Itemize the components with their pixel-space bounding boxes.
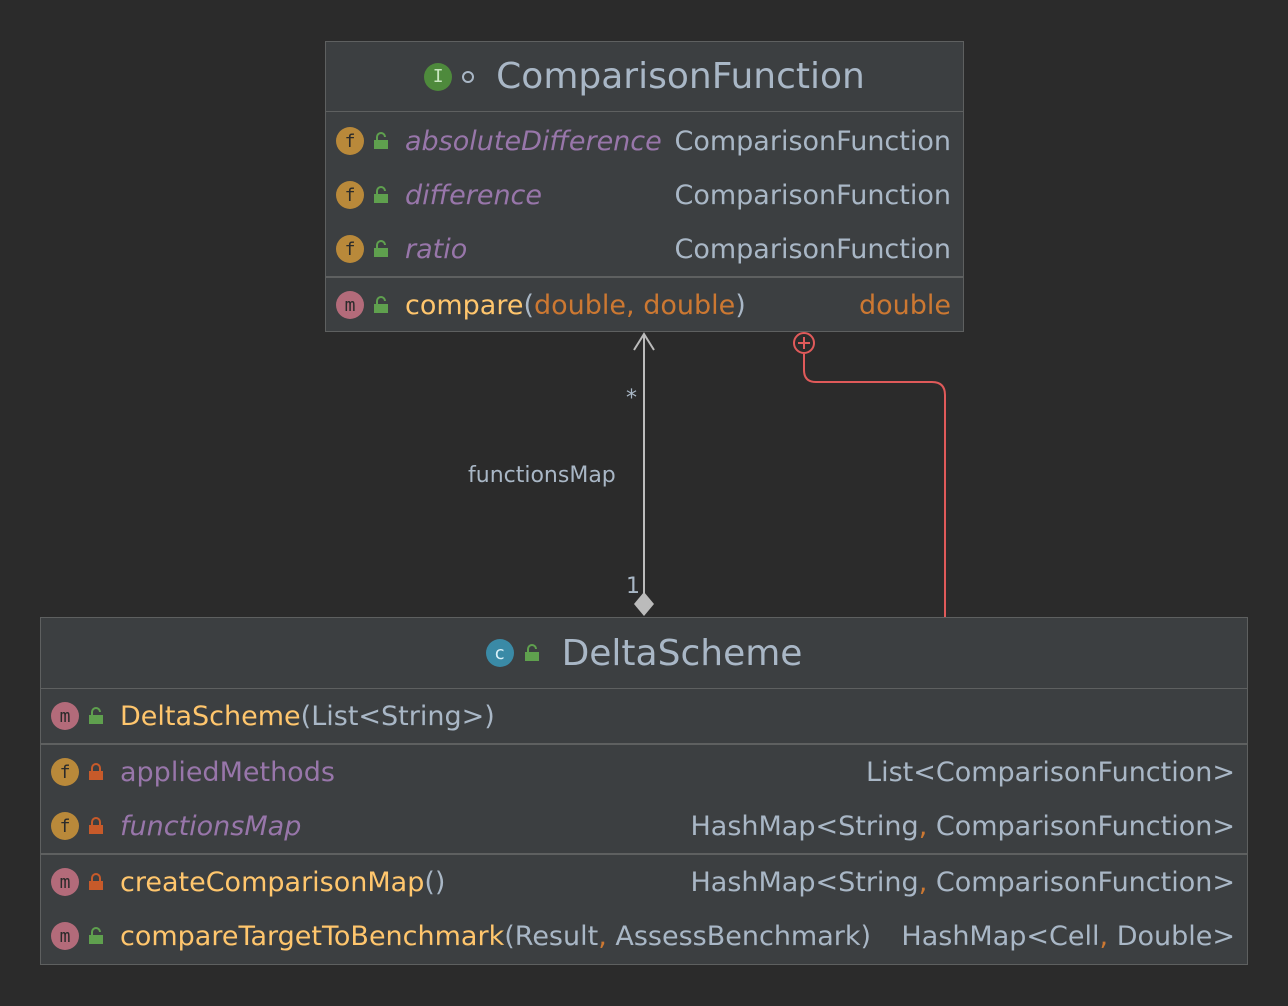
type-part: HashMap<String	[690, 810, 919, 842]
interface-methods-section: m compare(double, double) double	[326, 278, 963, 332]
public-lock-icon	[374, 240, 388, 257]
constructor-row[interactable]: m DeltaScheme(List<String>)	[41, 689, 1247, 743]
type-part: ComparisonFunction>	[927, 810, 1235, 842]
method-param: AssessBenchmark	[606, 920, 861, 952]
method-signature: createComparisonMap()	[120, 867, 445, 898]
method-icon: m	[51, 922, 79, 950]
method-close-paren: )	[860, 920, 872, 952]
interface-field-row[interactable]: f absoluteDifference ComparisonFunction	[326, 114, 963, 168]
method-name: compareTargetToBenchmark	[120, 920, 505, 952]
method-param: double	[643, 289, 736, 321]
method-params: ()	[424, 866, 446, 898]
field-icon: f	[336, 127, 364, 155]
type-comma: ,	[918, 866, 928, 898]
constructor-signature: DeltaScheme(List<String>)	[120, 701, 495, 732]
method-signature: compareTargetToBenchmark(Result, AssessB…	[120, 921, 871, 952]
private-lock-icon	[89, 817, 103, 834]
method-close-paren: )	[735, 289, 746, 321]
type-part: Double>	[1108, 920, 1235, 952]
field-icon: f	[51, 758, 79, 786]
interface-title: ComparisonFunction	[496, 56, 865, 97]
field-icon: f	[336, 235, 364, 263]
private-lock-icon	[89, 873, 103, 890]
field-name: functionsMap	[120, 810, 302, 842]
public-lock-icon	[89, 707, 103, 724]
constructor-close-paren: )	[484, 700, 495, 732]
interface-fields-section: f absoluteDifference ComparisonFunction …	[326, 112, 963, 278]
method-param: Result	[514, 920, 599, 952]
abstract-method-icon: m	[336, 291, 364, 319]
public-lock-icon	[374, 132, 388, 149]
multiplicity-target: *	[626, 386, 637, 411]
method-return-type: HashMap<Cell, Double>	[901, 921, 1235, 952]
class-method-row[interactable]: m createComparisonMap() HashMap<String, …	[41, 855, 1247, 909]
public-lock-icon	[374, 296, 388, 313]
method-icon: m	[51, 868, 79, 896]
field-type: ComparisonFunction	[674, 179, 952, 211]
class-method-row[interactable]: m compareTargetToBenchmark(Result, Asses…	[41, 909, 1247, 963]
public-lock-icon	[524, 644, 539, 661]
field-name: difference	[405, 179, 543, 211]
type-part: HashMap<String	[690, 866, 919, 898]
constructor-param: List<String>	[311, 700, 485, 732]
public-lock-icon	[374, 186, 388, 203]
field-icon: f	[336, 181, 364, 209]
class-box-deltascheme[interactable]: c DeltaScheme m DeltaScheme(List<String>…	[40, 617, 1248, 965]
interface-field-row[interactable]: f ratio ComparisonFunction	[326, 222, 963, 276]
method-comma: ,	[598, 920, 607, 952]
method-icon: m	[51, 702, 79, 730]
interface-field-row[interactable]: f difference ComparisonFunction	[326, 168, 963, 222]
interface-kind-icon: I	[424, 62, 453, 91]
type-comma: ,	[1099, 920, 1109, 952]
field-type: HashMap<String, ComparisonFunction>	[690, 811, 1235, 842]
method-signature: compare(double, double)	[405, 290, 746, 321]
constructor-open-paren: (	[300, 700, 312, 732]
method-name: compare	[405, 289, 524, 321]
interface-method-row[interactable]: m compare(double, double) double	[326, 278, 963, 332]
field-name: appliedMethods	[120, 756, 335, 788]
class-fields-section: f appliedMethods List<ComparisonFunction…	[41, 745, 1247, 855]
class-header: c DeltaScheme	[41, 618, 1247, 689]
multiplicity-source: 1	[626, 574, 640, 599]
type-part: HashMap<Cell	[901, 920, 1100, 952]
inner-class-link[interactable]	[803, 354, 946, 617]
field-type: List<ComparisonFunction>	[866, 756, 1235, 788]
type-part: ComparisonFunction>	[927, 866, 1235, 898]
method-name: createComparisonMap	[120, 866, 425, 898]
field-type: ComparisonFunction	[674, 233, 952, 265]
method-open-paren: (	[504, 920, 515, 952]
association-label: functionsMap	[468, 463, 616, 488]
class-methods-section: m createComparisonMap() HashMap<String, …	[41, 855, 1247, 963]
method-comma: ,	[626, 289, 635, 321]
method-return-type: double	[858, 289, 951, 321]
field-name: absoluteDifference	[405, 125, 662, 157]
public-lock-icon	[89, 927, 103, 944]
class-field-row[interactable]: f functionsMap HashMap<String, Compariso…	[41, 799, 1247, 853]
field-name: ratio	[405, 233, 468, 265]
interface-header: I ComparisonFunction	[326, 42, 963, 112]
class-field-row[interactable]: f appliedMethods List<ComparisonFunction…	[41, 745, 1247, 799]
type-comma: ,	[918, 810, 928, 842]
interface-box-comparisonfunction[interactable]: I ComparisonFunction f absoluteDifferenc…	[325, 41, 964, 332]
class-kind-icon: c	[485, 639, 514, 667]
abstract-dot-icon	[462, 70, 475, 83]
private-lock-icon	[89, 763, 103, 780]
class-constructor-section: m DeltaScheme(List<String>)	[41, 689, 1247, 745]
field-icon: f	[51, 812, 79, 840]
method-return-type: HashMap<String, ComparisonFunction>	[690, 867, 1235, 898]
constructor-name: DeltaScheme	[120, 700, 301, 732]
method-param: double	[534, 289, 627, 321]
class-title: DeltaScheme	[561, 632, 803, 674]
method-open-paren: (	[523, 289, 535, 321]
field-type: ComparisonFunction	[674, 125, 952, 157]
